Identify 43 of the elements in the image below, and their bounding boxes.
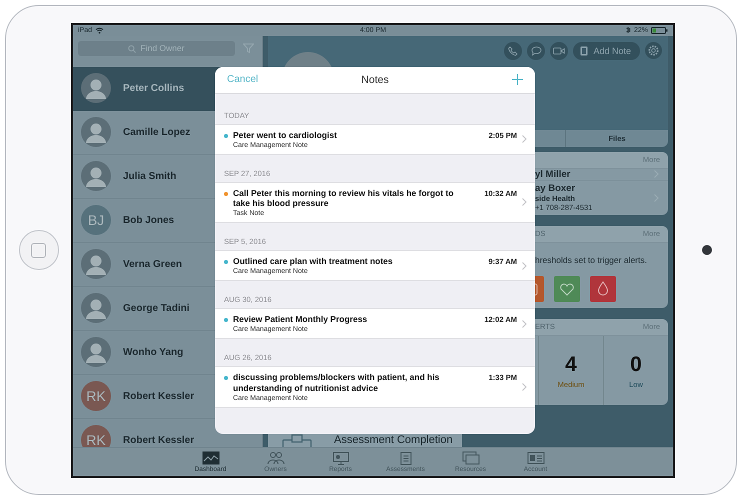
video-button[interactable] xyxy=(550,42,568,60)
avatar-silhouette-icon xyxy=(81,293,111,323)
camera-dot xyxy=(702,245,712,255)
bluetooth-icon xyxy=(626,26,631,34)
avatar-silhouette-icon xyxy=(81,249,111,279)
avatar-initials: BJ xyxy=(81,205,111,235)
chevron-icon xyxy=(522,383,527,392)
people-icon xyxy=(266,450,284,464)
presentation-board-icon xyxy=(332,450,350,464)
avatar-silhouette-icon xyxy=(81,337,111,367)
settings-icon[interactable] xyxy=(645,42,662,59)
chat-bubble-icon xyxy=(530,46,542,56)
chat-button[interactable] xyxy=(527,42,546,60)
search-icon xyxy=(128,44,136,52)
stacked-cards-icon xyxy=(462,450,480,464)
avatar-silhouette-icon xyxy=(81,73,111,103)
wifi-icon xyxy=(95,26,104,34)
add-icon[interactable] xyxy=(512,74,523,85)
heart-tile-icon[interactable] xyxy=(554,276,580,302)
avatar-silhouette-icon xyxy=(81,161,111,191)
avatar-initials: RK xyxy=(81,381,111,411)
assessment-title: Assessment Completion xyxy=(334,434,453,446)
alert-count: 0 xyxy=(630,352,642,376)
add-note-button[interactable]: Add Note xyxy=(573,42,640,60)
id-card-icon xyxy=(526,450,544,464)
chevron-icon xyxy=(522,198,527,206)
thresholds-text: hresholds set to trigger alerts. xyxy=(535,254,647,264)
chevron-icon xyxy=(522,262,527,270)
dialog-title: Notes xyxy=(361,74,389,86)
line-chart-icon xyxy=(202,450,220,464)
video-camera-icon xyxy=(553,46,566,54)
phone-icon xyxy=(508,46,518,56)
battery-icon xyxy=(650,26,668,34)
chevron-icon xyxy=(522,320,527,328)
drop-tile-icon[interactable] xyxy=(590,276,616,302)
chevron-icon xyxy=(522,135,527,144)
phone-button[interactable] xyxy=(504,42,522,60)
avatar-silhouette-icon xyxy=(81,117,111,147)
hierarchy-icon xyxy=(282,434,312,446)
home-button[interactable] xyxy=(18,230,58,270)
alert-count: 4 xyxy=(565,352,577,376)
avatar-initials: RK xyxy=(81,425,111,446)
note-icon xyxy=(580,46,588,56)
